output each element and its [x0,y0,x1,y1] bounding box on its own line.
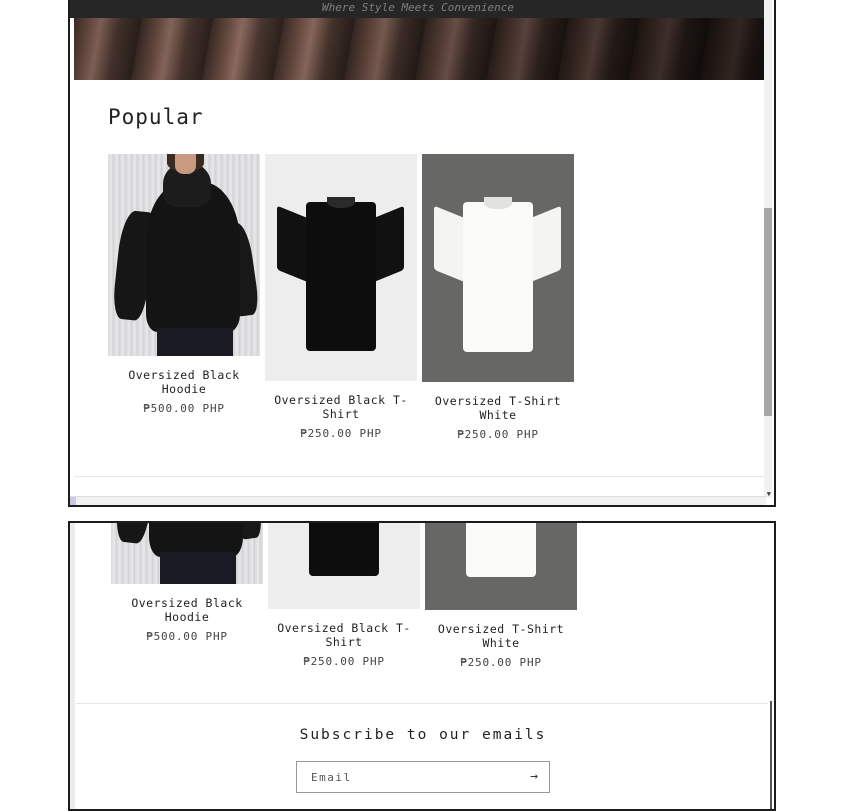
product-name[interactable]: Oversized Black T-Shirt [268,621,420,649]
product-card-white-tee[interactable]: Oversized T-Shirt White ₱250.00 PHP [425,523,577,669]
product-card-white-tee[interactable]: Oversized T-Shirt White ₱250.00 PHP [422,154,574,441]
product-name[interactable]: Oversized T-Shirt White [425,622,577,650]
product-image-hoodie[interactable] [111,523,263,584]
section-divider [76,703,768,704]
newsletter-title: Subscribe to our emails [299,727,547,743]
horizontal-scrollbar[interactable] [70,496,766,505]
product-card-hoodie[interactable]: Oversized Black Hoodie ₱500.00 PHP [111,523,263,643]
product-price: ₱500.00 PHP [146,630,228,643]
product-card-hoodie[interactable]: Oversized Black Hoodie ₱500.00 PHP [108,154,260,415]
vertical-scrollbar-thumb[interactable] [770,701,772,809]
product-image-hoodie[interactable] [108,154,260,356]
product-card-black-tee[interactable]: Oversized Black T-Shirt ₱250.00 PHP [268,523,420,668]
product-name[interactable]: Oversized Black Hoodie [108,368,260,396]
product-name[interactable]: Oversized Black Hoodie [111,596,263,624]
hero-tagline: Where Style Meets Convenience [321,1,515,14]
left-edge-strip [70,523,75,809]
email-field[interactable] [297,762,517,792]
product-card-black-tee[interactable]: Oversized Black T-Shirt ₱250.00 PHP [265,154,417,440]
product-name[interactable]: Oversized T-Shirt White [422,394,574,422]
product-image-black-tee[interactable] [265,154,417,381]
browser-viewport-top: Where Style Meets Convenience Popular Ov… [68,0,776,507]
product-image-white-tee[interactable] [422,154,574,382]
product-price: ₱250.00 PHP [460,656,542,669]
section-divider [74,476,766,477]
horizontal-scrollbar-thumb[interactable] [70,497,76,505]
product-price: ₱250.00 PHP [300,427,382,440]
product-price: ₱250.00 PHP [303,655,385,668]
hero-tagline-bar: Where Style Meets Convenience [70,0,766,18]
product-image-white-tee[interactable] [425,523,577,610]
vertical-scrollbar-thumb[interactable] [764,208,772,416]
email-field-wrapper: → [296,761,550,793]
product-price: ₱500.00 PHP [143,402,225,415]
browser-viewport-bottom: Oversized Black Hoodie ₱500.00 PHP Overs… [68,521,776,811]
scroll-down-arrow-icon[interactable]: ▼ [767,490,771,498]
product-price: ₱250.00 PHP [457,428,539,441]
arrow-right-icon[interactable]: → [525,768,543,786]
popular-section-title: Popular [108,105,204,129]
product-name[interactable]: Oversized Black T-Shirt [265,393,417,421]
product-image-black-tee[interactable] [268,523,420,609]
vertical-scrollbar[interactable]: ▼ [764,0,772,498]
